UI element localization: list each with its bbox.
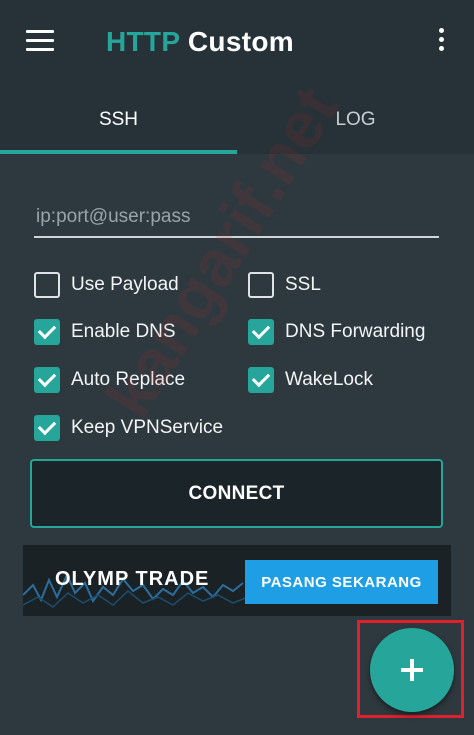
checkbox-checked-icon: [248, 319, 274, 345]
checkbox-label: Keep VPNService: [71, 417, 224, 438]
checkbox-label: Enable DNS: [71, 321, 176, 342]
checkbox-use-payload[interactable]: Use Payload: [34, 272, 179, 298]
hamburger-menu-icon[interactable]: [26, 30, 54, 52]
tab-ssh[interactable]: SSH: [0, 86, 237, 154]
active-tab-indicator: [0, 150, 237, 154]
connect-button[interactable]: CONNECT: [30, 459, 443, 528]
checkbox-unchecked-icon: [248, 272, 274, 298]
ad-brand-text: OLYMP TRADE: [55, 568, 210, 590]
host-input[interactable]: [34, 198, 439, 238]
checkbox-checked-icon: [34, 319, 60, 345]
checkbox-label: SSL: [285, 274, 321, 295]
checkbox-unchecked-icon: [34, 272, 60, 298]
app-title: HTTP Custom: [106, 26, 294, 58]
vertical-dots-icon[interactable]: [436, 28, 446, 56]
ad-install-button[interactable]: PASANG SEKARANG: [245, 560, 438, 604]
checkbox-label: DNS Forwarding: [285, 321, 426, 342]
checkbox-dns-forwarding[interactable]: DNS Forwarding: [248, 319, 425, 345]
checkbox-enable-dns[interactable]: Enable DNS: [34, 319, 176, 345]
host-input-container: [34, 198, 439, 242]
checkbox-label: Use Payload: [71, 274, 179, 295]
checkbox-checked-icon: [34, 367, 60, 393]
tab-bar: SSH LOG: [0, 86, 474, 154]
app-title-rest: Custom: [187, 26, 294, 57]
checkbox-label: Auto Replace: [71, 369, 186, 390]
checkbox-auto-replace[interactable]: Auto Replace: [34, 367, 185, 393]
app-bar: HTTP Custom: [0, 0, 474, 86]
checkbox-checked-icon: [34, 415, 60, 441]
checkbox-wakelock[interactable]: WakeLock: [248, 367, 373, 393]
add-fab-button[interactable]: [370, 628, 454, 712]
tab-log[interactable]: LOG: [237, 86, 474, 154]
app-title-accent: HTTP: [106, 26, 180, 57]
plus-icon: [401, 659, 423, 681]
checkbox-label: WakeLock: [285, 369, 373, 390]
checkbox-checked-icon: [248, 367, 274, 393]
checkbox-keep-vpnservice[interactable]: Keep VPNService: [34, 415, 223, 441]
ad-banner[interactable]: OLYMP TRADE PASANG SEKARANG: [23, 545, 451, 616]
checkbox-ssl[interactable]: SSL: [248, 272, 321, 298]
